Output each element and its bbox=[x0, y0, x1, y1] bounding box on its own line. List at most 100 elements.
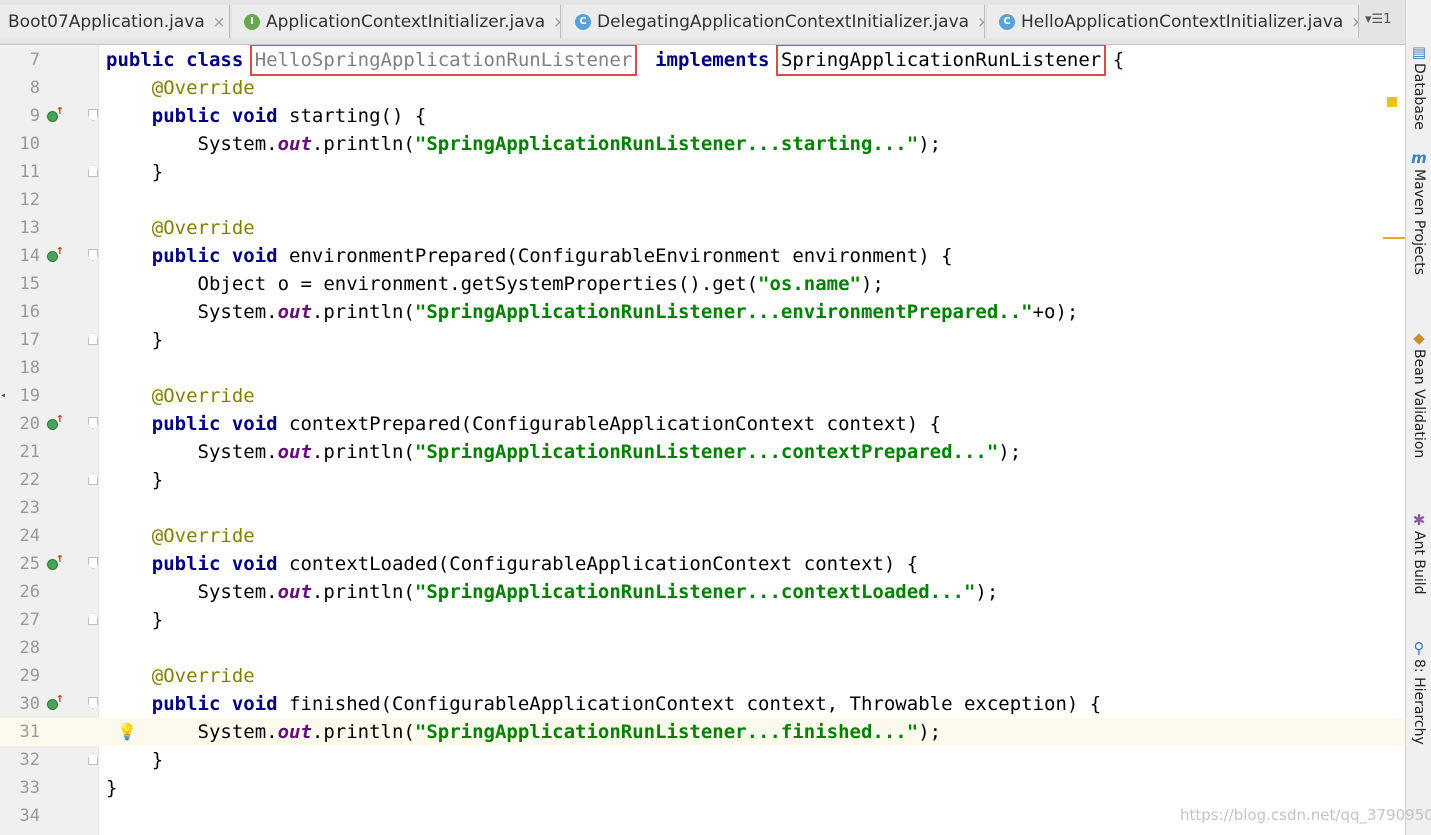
tab-delegatingapplicationcontextinitializer[interactable]: C DelegatingApplicationContextInitialize… bbox=[563, 5, 985, 38]
fold-icon[interactable] bbox=[88, 249, 98, 261]
code-line[interactable]: 26 System.out.println("SpringApplication… bbox=[0, 578, 1405, 606]
tool-maven-projects[interactable]: m Maven Projects bbox=[1406, 150, 1431, 275]
code-text[interactable]: @Override bbox=[106, 382, 255, 410]
line-number[interactable]: 15 bbox=[0, 270, 40, 298]
line-number[interactable]: 7 bbox=[0, 46, 40, 74]
code-line[interactable]: 12 bbox=[0, 186, 1405, 214]
warning-stripe-marker[interactable] bbox=[1387, 97, 1397, 107]
line-number[interactable]: 21 bbox=[0, 438, 40, 466]
code-line[interactable]: 20 ↑ public void contextPrepared(Configur… bbox=[0, 410, 1405, 438]
code-text[interactable]: System.out.println("SpringApplicationRun… bbox=[106, 578, 999, 606]
code-text[interactable]: } bbox=[106, 158, 163, 186]
fold-icon[interactable] bbox=[88, 473, 98, 485]
line-number[interactable]: 9 bbox=[0, 102, 40, 130]
override-method-icon[interactable]: ↑ bbox=[47, 551, 64, 572]
line-number[interactable]: 32 bbox=[0, 746, 40, 774]
code-line[interactable]: 33} bbox=[0, 774, 1405, 802]
line-number[interactable]: 34 bbox=[0, 802, 40, 830]
code-text[interactable]: public void finished(ConfigurableApplica… bbox=[106, 690, 1101, 718]
code-text[interactable]: public void contextPrepared(Configurable… bbox=[106, 410, 941, 438]
line-number[interactable]: 24 bbox=[0, 522, 40, 550]
code-text[interactable]: } bbox=[106, 326, 163, 354]
code-line[interactable]: 32 } bbox=[0, 746, 1405, 774]
code-line[interactable]: 13 @Override bbox=[0, 214, 1405, 242]
override-method-icon[interactable]: ↑ bbox=[47, 243, 64, 264]
code-line[interactable]: 25 ↑ public void contextLoaded(Configurab… bbox=[0, 550, 1405, 578]
code-text[interactable]: } bbox=[106, 774, 117, 802]
code-text[interactable]: @Override bbox=[106, 662, 255, 690]
code-text[interactable]: System.out.println("SpringApplicationRun… bbox=[106, 718, 942, 746]
line-number[interactable]: 11 bbox=[0, 158, 40, 186]
code-text[interactable]: public void contextLoaded(ConfigurableAp… bbox=[106, 550, 918, 578]
override-method-icon[interactable]: ↑ bbox=[47, 691, 64, 712]
override-method-icon[interactable]: ↑ bbox=[47, 103, 64, 124]
override-method-icon[interactable]: ↑ bbox=[47, 411, 64, 432]
code-text[interactable]: System.out.println("SpringApplicationRun… bbox=[106, 438, 1022, 466]
fold-icon[interactable] bbox=[88, 333, 98, 345]
tab-helloapplicationcontextinitializer[interactable]: C HelloApplicationContextInitializer.jav… bbox=[987, 5, 1359, 38]
line-number[interactable]: 10 bbox=[0, 130, 40, 158]
tool-database[interactable]: ▤ Database bbox=[1406, 44, 1431, 130]
code-text[interactable]: } bbox=[106, 466, 163, 494]
tab-applicationcontextinitializer[interactable]: I ApplicationContextInitializer.java × bbox=[232, 5, 561, 38]
code-text[interactable]: @Override bbox=[106, 522, 255, 550]
fold-icon[interactable] bbox=[88, 165, 98, 177]
code-line[interactable]: 7 public class HelloSpringApplicationRunL… bbox=[0, 45, 1405, 76]
code-line[interactable]: 19 @Override bbox=[0, 382, 1405, 410]
code-text[interactable]: @Override bbox=[106, 214, 255, 242]
tab-overflow-menu[interactable]: ▾☰1 bbox=[1365, 12, 1391, 27]
fold-icon[interactable] bbox=[88, 753, 98, 765]
close-icon[interactable]: × bbox=[977, 13, 984, 31]
code-line[interactable]: 11 } bbox=[0, 158, 1405, 186]
code-text[interactable]: public void environmentPrepared(Configur… bbox=[106, 242, 953, 270]
code-text[interactable]: } bbox=[106, 606, 163, 634]
line-number[interactable]: 12 bbox=[0, 186, 40, 214]
code-line[interactable]: 27 } bbox=[0, 606, 1405, 634]
code-line[interactable]: 22 } bbox=[0, 466, 1405, 494]
code-line[interactable]: 15 Object o = environment.getSystemPrope… bbox=[0, 270, 1405, 298]
line-number[interactable]: 31 bbox=[0, 718, 40, 746]
close-icon[interactable]: × bbox=[213, 13, 226, 31]
code-text[interactable]: public class HelloSpringApplicationRunLi… bbox=[106, 45, 1124, 76]
code-line[interactable]: 10 System.out.println("SpringApplication… bbox=[0, 130, 1405, 158]
tool-bean-validation[interactable]: ◆ Bean Validation bbox=[1406, 330, 1431, 458]
line-number[interactable]: 13 bbox=[0, 214, 40, 242]
code-line[interactable]: 8 @Override bbox=[0, 74, 1405, 102]
fold-icon[interactable] bbox=[88, 697, 98, 709]
line-number[interactable]: 20 bbox=[0, 410, 40, 438]
code-line[interactable]: 17 } bbox=[0, 326, 1405, 354]
tool-ant-build[interactable]: ✱ Ant Build bbox=[1406, 512, 1431, 595]
tool-hierarchy[interactable]: ⚲ 8: Hierarchy bbox=[1406, 640, 1431, 745]
code-line[interactable]: 23 bbox=[0, 494, 1405, 522]
code-text[interactable]: Object o = environment.getSystemProperti… bbox=[106, 270, 884, 298]
code-line[interactable]: 18 bbox=[0, 354, 1405, 382]
line-number[interactable]: 22 bbox=[0, 466, 40, 494]
code-line[interactable]: 16 System.out.println("SpringApplication… bbox=[0, 298, 1405, 326]
code-line[interactable]: 24 @Override bbox=[0, 522, 1405, 550]
close-icon[interactable]: × bbox=[553, 13, 560, 31]
line-number[interactable]: 28 bbox=[0, 634, 40, 662]
code-text[interactable]: System.out.println("SpringApplicationRun… bbox=[106, 298, 1079, 326]
code-line[interactable]: 14 ↑ public void environmentPrepared(Conf… bbox=[0, 242, 1405, 270]
fold-icon[interactable] bbox=[88, 109, 98, 121]
fold-icon[interactable] bbox=[88, 613, 98, 625]
line-number[interactable]: 17 bbox=[0, 326, 40, 354]
line-number[interactable]: 18 bbox=[0, 354, 40, 382]
code-text[interactable]: } bbox=[106, 746, 163, 774]
code-line[interactable]: 28 bbox=[0, 634, 1405, 662]
line-number[interactable]: 27 bbox=[0, 606, 40, 634]
code-text[interactable]: public void starting() { bbox=[106, 102, 427, 130]
line-number[interactable]: 14 bbox=[0, 242, 40, 270]
code-line[interactable]: 30 ↑ public void finished(ConfigurableApp… bbox=[0, 690, 1405, 718]
close-icon[interactable]: × bbox=[1351, 13, 1358, 31]
code-line[interactable]: 29 @Override bbox=[0, 662, 1405, 690]
fold-icon[interactable] bbox=[88, 417, 98, 429]
code-text[interactable]: System.out.println("SpringApplicationRun… bbox=[106, 130, 942, 158]
line-number[interactable]: 23 bbox=[0, 494, 40, 522]
code-line[interactable]: 31 💡 System.out.println("SpringApplicatio… bbox=[0, 718, 1405, 746]
line-number[interactable]: 26 bbox=[0, 578, 40, 606]
line-number[interactable]: 30 bbox=[0, 690, 40, 718]
line-number[interactable]: 33 bbox=[0, 774, 40, 802]
fold-icon[interactable] bbox=[88, 557, 98, 569]
line-number[interactable]: 8 bbox=[0, 74, 40, 102]
